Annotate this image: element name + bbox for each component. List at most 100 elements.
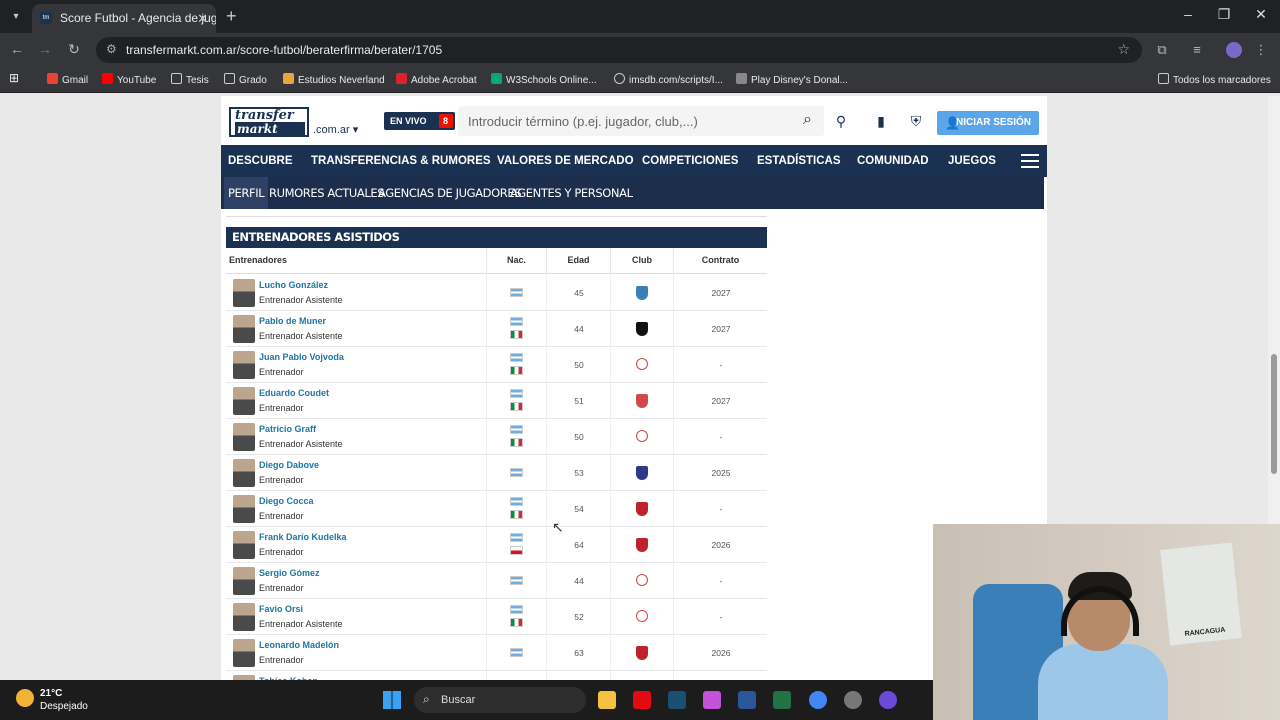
- site-info-icon[interactable]: ⚙: [106, 42, 117, 56]
- bookmark-youtube[interactable]: YouTube: [102, 73, 156, 86]
- club-crest-icon[interactable]: [636, 538, 648, 552]
- coach-name-link[interactable]: Juan Pablo Vojvoda: [259, 352, 344, 362]
- extensions-icon[interactable]: ⧉: [1153, 42, 1171, 58]
- player-search-icon[interactable]: ⚲: [832, 113, 850, 130]
- close-window-icon[interactable]: ✕: [1251, 6, 1271, 23]
- coach-photo[interactable]: [233, 603, 255, 631]
- subnav-rumores[interactable]: RUMORES ACTUALES: [269, 177, 385, 209]
- minimize-icon[interactable]: –: [1178, 6, 1198, 22]
- col-contrato[interactable]: Contrato: [673, 248, 767, 274]
- bookmark-grado[interactable]: Grado: [224, 73, 267, 86]
- menu-kebab-icon[interactable]: ⋮: [1252, 42, 1270, 58]
- browser-tab[interactable]: tm Score Futbol - Agencia de jugadores ✕: [32, 4, 216, 33]
- coach-photo[interactable]: [233, 495, 255, 523]
- tab-search-icon[interactable]: ▾: [6, 7, 26, 27]
- club-crest-icon[interactable]: [636, 502, 648, 516]
- url-text[interactable]: transfermarkt.com.ar/score-futbol/berate…: [126, 43, 442, 57]
- coach-name-link[interactable]: Leonardo Madelón: [259, 640, 339, 650]
- coach-name-link[interactable]: Pablo de Muner: [259, 316, 326, 326]
- subnav-perfil[interactable]: PERFIL: [224, 177, 269, 209]
- nav-estadisticas[interactable]: ESTADÍSTICAS: [757, 145, 841, 177]
- assistant-icon[interactable]: [879, 691, 897, 709]
- col-edad[interactable]: Edad: [546, 248, 610, 274]
- coach-name-link[interactable]: Lucho González: [259, 280, 328, 290]
- reload-icon[interactable]: ↻: [65, 41, 83, 58]
- close-tab-icon[interactable]: ✕: [197, 4, 208, 33]
- site-search[interactable]: ⌕: [458, 106, 824, 136]
- nav-valores[interactable]: VALORES DE MERCADO: [497, 145, 634, 177]
- coach-photo[interactable]: [233, 315, 255, 343]
- transfermarkt-logo[interactable]: transfer markt: [229, 107, 309, 137]
- coach-photo[interactable]: [233, 459, 255, 487]
- omnibox[interactable]: ⚙ transfermarkt.com.ar/score-futbol/bera…: [96, 37, 1142, 63]
- search-input[interactable]: [458, 106, 788, 136]
- club-crest-icon[interactable]: [636, 466, 648, 480]
- coach-photo[interactable]: [233, 423, 255, 451]
- new-tab-icon[interactable]: +: [226, 6, 237, 26]
- bookmark-imsdb[interactable]: imsdb.com/scripts/I...: [614, 73, 723, 86]
- col-club[interactable]: Club: [610, 248, 673, 274]
- restore-icon[interactable]: ❐: [1214, 6, 1234, 23]
- coach-name-link[interactable]: Diego Cocca: [259, 496, 314, 506]
- bookmark-all[interactable]: Todos los marcadores: [1158, 73, 1271, 86]
- coach-name-link[interactable]: Favio Orsi: [259, 604, 303, 614]
- subnav-agentes[interactable]: AGENTES Y PERSONAL: [510, 177, 633, 209]
- flag-it-icon: [510, 402, 523, 411]
- bookmark-w3schools[interactable]: W3Schools Online...: [491, 73, 597, 86]
- bookmark-disney[interactable]: Play Disney's Donal...: [736, 73, 848, 86]
- disney-icon[interactable]: [668, 691, 686, 709]
- bookmark-tesis[interactable]: Tesis: [171, 73, 209, 86]
- media-icon[interactable]: ≡: [1188, 42, 1206, 57]
- nav-competiciones[interactable]: COMPETICIONES: [642, 145, 738, 177]
- apps-icon[interactable]: ⊞: [9, 71, 19, 85]
- app-icon[interactable]: [844, 691, 862, 709]
- coach-photo[interactable]: [233, 531, 255, 559]
- chrome-icon[interactable]: [809, 691, 827, 709]
- weather-sun-icon[interactable]: [16, 689, 34, 707]
- login-button[interactable]: 👤 INICIAR SESIÓN: [937, 111, 1039, 135]
- bookmark-star-icon[interactable]: ☆: [1117, 41, 1130, 58]
- search-icon[interactable]: ⌕: [803, 111, 812, 129]
- shield-icon[interactable]: ⛨: [907, 113, 925, 130]
- word-icon[interactable]: [738, 691, 756, 709]
- excel-icon[interactable]: [773, 691, 791, 709]
- coach-photo[interactable]: [233, 567, 255, 595]
- club-crest-icon[interactable]: [636, 322, 648, 336]
- coach-photo[interactable]: [233, 351, 255, 379]
- nav-transferencias[interactable]: TRANSFERENCIAS & RUMORES: [311, 145, 491, 177]
- forward-icon[interactable]: →: [36, 41, 54, 57]
- bookmark-acrobat[interactable]: Adobe Acrobat: [396, 73, 477, 86]
- taskbar-search[interactable]: ⌕ Buscar: [414, 687, 586, 713]
- club-crest-icon[interactable]: [636, 394, 648, 408]
- copilot-icon[interactable]: [703, 691, 721, 709]
- back-icon[interactable]: ←: [8, 41, 26, 57]
- coach-name-link[interactable]: Patricio Graff: [259, 424, 316, 434]
- nav-comunidad[interactable]: COMUNIDAD: [857, 145, 929, 177]
- subnav-agencias[interactable]: AGENCIAS DE JUGADORES: [378, 177, 522, 209]
- hamburger-menu-icon[interactable]: [1021, 154, 1039, 168]
- bookmark-neverland[interactable]: Estudios Neverland: [283, 73, 385, 86]
- col-nac[interactable]: Nac.: [486, 248, 546, 274]
- scrollbar-thumb[interactable]: [1271, 354, 1277, 474]
- col-entrenadores[interactable]: Entrenadores: [226, 248, 486, 274]
- nav-descubre[interactable]: DESCUBRE: [228, 145, 293, 177]
- file-explorer-icon[interactable]: [598, 691, 616, 709]
- weather-widget[interactable]: 21°C Despejado: [40, 687, 88, 713]
- coach-photo[interactable]: [233, 279, 255, 307]
- coach-photo[interactable]: [233, 387, 255, 415]
- netflix-icon[interactable]: [633, 691, 651, 709]
- bookmark-gmail[interactable]: Gmail: [47, 73, 88, 86]
- watchlist-icon[interactable]: ▮: [872, 113, 890, 130]
- club-crest-icon[interactable]: [636, 286, 648, 300]
- logo-domain[interactable]: .com.ar ▾: [313, 123, 358, 136]
- club-crest-icon[interactable]: [636, 646, 648, 660]
- coach-photo[interactable]: [233, 639, 255, 667]
- coach-name-link[interactable]: Diego Dabove: [259, 460, 319, 470]
- nav-juegos[interactable]: JUEGOS: [948, 145, 996, 177]
- profile-avatar[interactable]: [1226, 42, 1242, 58]
- live-button[interactable]: EN VIVO 8: [384, 112, 455, 130]
- windows-start-icon[interactable]: [383, 691, 401, 709]
- coach-name-link[interactable]: Sergio Gómez: [259, 568, 320, 578]
- coach-name-link[interactable]: Frank Darío Kudelka: [259, 532, 347, 542]
- coach-name-link[interactable]: Eduardo Coudet: [259, 388, 329, 398]
